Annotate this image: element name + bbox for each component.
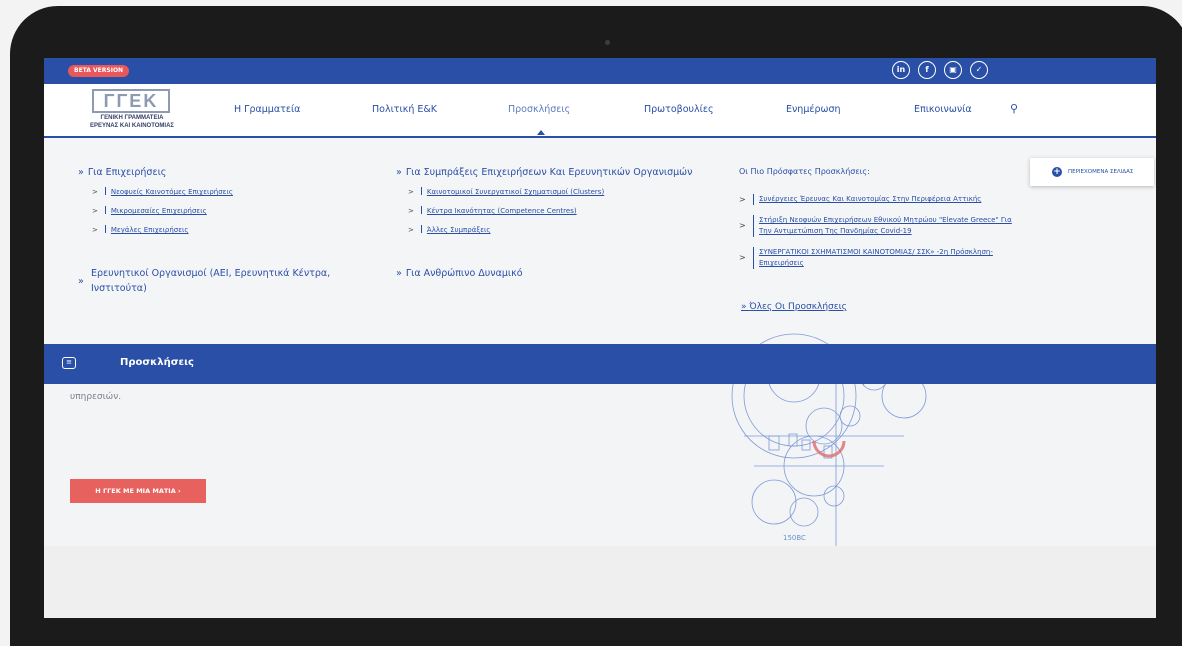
- menu-link-label: Άλλες Συμπράξεις: [426, 226, 491, 234]
- chevron-right-icon: >: [739, 253, 746, 262]
- chevron-right-icon: >: [739, 221, 746, 230]
- page-contents-label: ΠΕΡΙΕΧΟΜΕΝΑ ΣΕΛΙΔΑΣ: [1068, 169, 1134, 175]
- recent-call-title-2: Την Αντιμετώπιση Της Πανδημίας Covid-19: [759, 227, 912, 235]
- nav-item-policy[interactable]: Πολιτική Ε&Κ: [372, 104, 437, 115]
- webcam: [605, 40, 610, 45]
- recent-call-title: ΣΥΝΕΡΓΑΤΙΚΟΙ ΣΧΗΜΑΤΙΣΜΟΙ ΚΑΙΝΟΤΟΜΙΑΣ/ ΣΣ…: [759, 248, 993, 256]
- plus-icon: +: [1052, 167, 1062, 177]
- nav-item-secretariat[interactable]: Η Γραμματεία: [234, 104, 300, 115]
- chevron-right-icon: >: [739, 195, 746, 204]
- menu-link-large[interactable]: > Μεγάλες Επιχειρήσεις: [92, 225, 189, 234]
- recent-call-title: Συνέργειες Έρευνας Και Καινοτομίας Στην …: [759, 195, 982, 203]
- twitter-icon[interactable]: ✓: [970, 61, 988, 79]
- mega-menu: » Για Επιχειρήσεις > Νεοφυείς Καινοτόμες Ε…: [44, 138, 1156, 344]
- menu-link-label: Μικρομεσαίες Επιχειρήσεις: [110, 207, 207, 215]
- menu-link-competence-centres[interactable]: > Κέντρα Ικανότητας (Competence Centres): [408, 206, 577, 215]
- recent-calls-heading: Οι Πιο Πρόσφατες Προσκλήσεις:: [739, 167, 870, 176]
- menu-link-label: Μεγάλες Επιχειρήσεις: [110, 226, 189, 234]
- chevron-right-icon: >: [92, 226, 98, 234]
- menu-heading-partnerships[interactable]: » Για Συμπράξεις Επιχειρήσεων Και Ερευνητ…: [396, 167, 692, 178]
- nav-item-initiatives[interactable]: Πρωτοβουλίες: [644, 104, 714, 115]
- top-bar: BETA VERSION in f ▣ ✓: [44, 58, 1156, 84]
- section-header-band: ≡ Προσκλήσεις: [44, 344, 1156, 384]
- chevron-right-icon: >: [92, 188, 98, 196]
- recent-call-title: Στήριξη Νεοφυών Επιχειρήσεων Εθνικού Μητ…: [759, 216, 1012, 224]
- logo-mark: ΓΓΕΚ: [92, 89, 170, 113]
- menu-link-label: Νεοφυείς Καινοτόμες Επιχειρήσεις: [110, 188, 233, 196]
- recent-call-title-2: Επιχειρήσεις: [759, 259, 804, 267]
- logo-line-1: ΓΕΝΙΚΗ ΓΡΑΜΜΑΤΕΙΑ: [100, 115, 164, 121]
- menu-link-label: Καινοτομικοί Συνεργατικοί Σχηματισμοί (C…: [426, 188, 605, 196]
- site-logo[interactable]: ΓΓΕΚ ΓΕΝΙΚΗ ΓΡΑΜΜΑΤΕΙΑ ΕΡΕΥΝΑΣ ΚΑΙ ΚΑΙΝΟ…: [80, 89, 184, 133]
- main-navigation: ΓΓΕΚ ΓΕΝΙΚΗ ΓΡΑΜΜΑΤΕΙΑ ΕΡΕΥΝΑΣ ΚΑΙ ΚΑΙΝΟ…: [44, 84, 1156, 138]
- menu-heading-label: Για Ανθρώπινο Δυναμικό: [405, 268, 523, 279]
- recent-call-item[interactable]: > Συνέργειες Έρευνας Και Καινοτομίας Στη…: [739, 194, 1039, 205]
- chevron-icon: »: [741, 302, 747, 312]
- chevron-icon: »: [396, 167, 402, 178]
- beta-badge: BETA VERSION: [68, 65, 130, 77]
- chevron-icon: »: [78, 167, 84, 178]
- nav-item-calls[interactable]: Προσκλήσεις: [508, 104, 570, 115]
- chevron-icon: »: [78, 276, 84, 287]
- search-icon[interactable]: ⚲: [1010, 102, 1022, 115]
- youtube-icon[interactable]: ▣: [944, 61, 962, 79]
- logo-line-2: ΕΡΕΥΝΑΣ ΚΑΙ ΚΑΙΝΟΤΟΜΙΑΣ: [89, 123, 175, 129]
- menu-heading-label: Για Συμπράξεις Επιχειρήσεων Και Ερευνητι…: [405, 167, 693, 178]
- menu-link-other-partnerships[interactable]: > Άλλες Συμπράξεις: [408, 225, 491, 234]
- facebook-icon[interactable]: f: [918, 61, 936, 79]
- menu-heading-research-orgs[interactable]: » Ερευνητικοί Οργανισμοί (ΑΕΙ, Ερευνητικ…: [78, 268, 348, 294]
- chevron-right-icon: >: [408, 188, 414, 196]
- all-calls-link[interactable]: » Όλες Οι Προσκλήσεις: [741, 302, 847, 312]
- menu-link-sme[interactable]: > Μικρομεσαίες Επιχειρήσεις: [92, 206, 207, 215]
- recent-call-item[interactable]: > Στήριξη Νεοφυών Επιχειρήσεων Εθνικού Μ…: [739, 215, 1039, 237]
- browser-viewport: BETA VERSION in f ▣ ✓ ΓΓΕΚ ΓΕΝΙΚΗ ΓΡΑΜΜΑ…: [44, 58, 1156, 618]
- linkedin-icon[interactable]: in: [892, 61, 910, 79]
- menu-heading-businesses[interactable]: » Για Επιχειρήσεις: [78, 167, 166, 178]
- chevron-icon: »: [396, 268, 402, 279]
- menu-link-startups[interactable]: > Νεοφυείς Καινοτόμες Επιχειρήσεις: [92, 187, 233, 196]
- nav-item-news[interactable]: Ενημέρωση: [786, 104, 841, 115]
- intro-text: υπηρεσιών.: [70, 392, 122, 402]
- menu-heading-label-2: Ινστιτούτα): [91, 283, 147, 294]
- menu-link-clusters[interactable]: > Καινοτομικοί Συνεργατικοί Σχηματισμοί (…: [408, 187, 604, 196]
- chevron-right-icon: >: [408, 207, 414, 215]
- ggek-at-a-glance-button[interactable]: Η ΓΓΕΚ ΜΕ ΜΙΑ ΜΑΤΙΑ ›: [70, 479, 206, 503]
- chevron-right-icon: >: [408, 226, 414, 234]
- menu-heading-label: Ερευνητικοί Οργανισμοί (ΑΕΙ, Ερευνητικά …: [91, 268, 331, 279]
- page-contents-button[interactable]: + ΠΕΡΙΕΧΟΜΕΝΑ ΣΕΛΙΔΑΣ: [1030, 158, 1154, 186]
- menu-heading-label: Για Επιχειρήσεις: [87, 167, 167, 178]
- nav-item-contact[interactable]: Επικοινωνία: [914, 104, 972, 115]
- lower-section: [44, 546, 1156, 618]
- menu-link-label: Κέντρα Ικανότητας (Competence Centres): [426, 207, 577, 215]
- menu-heading-human-resources[interactable]: » Για Ανθρώπινο Δυναμικό: [396, 268, 523, 279]
- chevron-right-icon: >: [92, 207, 98, 215]
- illustration-caption: 150BC: [783, 534, 806, 542]
- active-menu-caret: [537, 130, 545, 135]
- section-title: Προσκλήσεις: [120, 357, 194, 368]
- chat-icon: ≡: [62, 357, 76, 369]
- recent-call-item[interactable]: > ΣΥΝΕΡΓΑΤΙΚΟΙ ΣΧΗΜΑΤΙΣΜΟΙ ΚΑΙΝΟΤΟΜΙΑΣ/ …: [739, 247, 1039, 269]
- all-calls-label: Όλες Οι Προσκλήσεις: [749, 302, 847, 312]
